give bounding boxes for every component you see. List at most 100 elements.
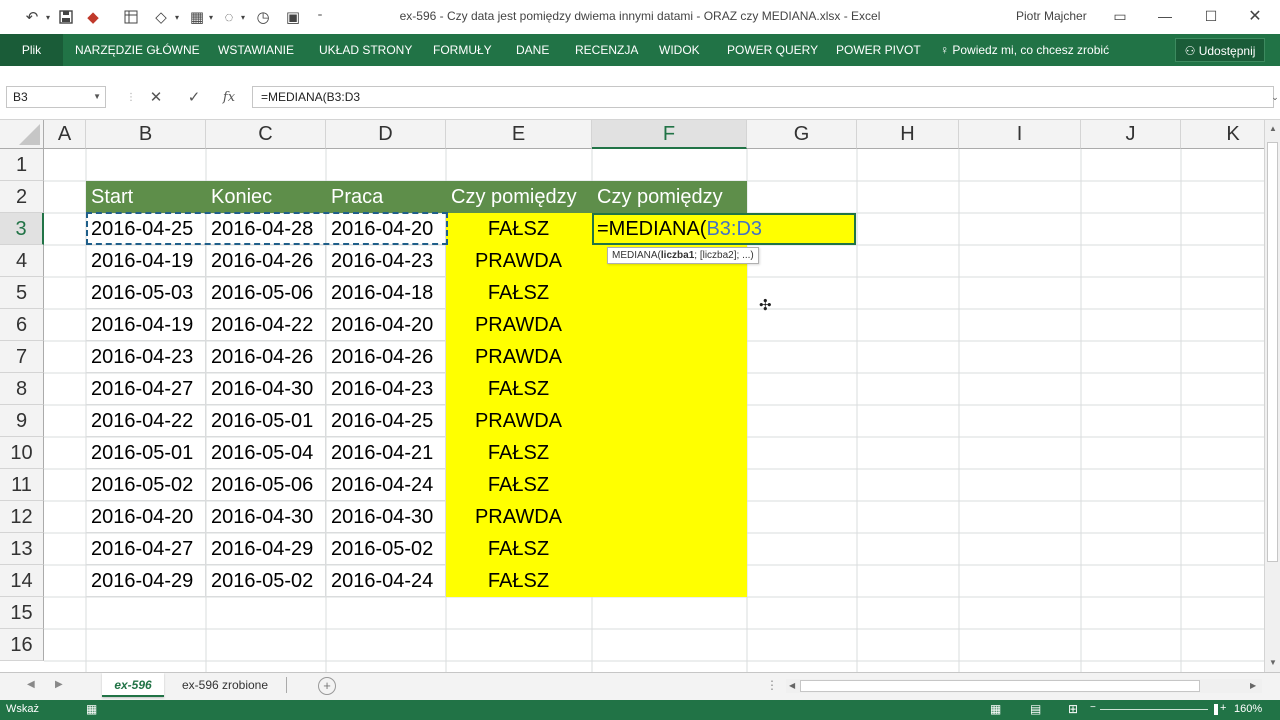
cell-between-empty[interactable] [592, 309, 747, 341]
row-header-1[interactable]: 1 [0, 149, 44, 181]
border-dropdown-icon[interactable]: ▾ [206, 5, 216, 29]
cell-end[interactable]: 2016-05-06 [206, 277, 326, 309]
scroll-down-icon[interactable]: ▼ [1269, 658, 1277, 667]
row-header-12[interactable]: 12 [0, 501, 44, 533]
cell-start[interactable]: 2016-04-19 [86, 245, 206, 277]
row-header-8[interactable]: 8 [0, 373, 44, 405]
tab-data[interactable]: DANE [516, 34, 549, 66]
cell-end[interactable]: 2016-04-22 [206, 309, 326, 341]
active-cell-f3[interactable]: =MEDIANA(B3:D3 [592, 213, 856, 245]
shape-icon[interactable]: ◌ [218, 5, 240, 29]
tab-split-dots-icon[interactable]: ⋮ [766, 678, 778, 692]
cell-result[interactable]: PRAWDA [446, 245, 592, 277]
cell-result[interactable]: PRAWDA [446, 501, 592, 533]
horizontal-scroll-thumb[interactable] [800, 680, 1200, 692]
ribbon-display-icon[interactable]: ▭ [1105, 4, 1135, 28]
zoom-slider[interactable] [1100, 709, 1208, 710]
fill-icon[interactable]: ◇ [150, 5, 172, 29]
header-cell-end[interactable]: Koniec [206, 181, 326, 213]
vertical-scrollbar[interactable]: ▲ ▼ [1264, 120, 1280, 672]
row-header-2[interactable]: 2 [0, 181, 44, 213]
close-icon[interactable]: ✕ [1240, 4, 1270, 28]
column-header-f[interactable]: F [592, 120, 747, 149]
row-header-3[interactable]: 3 [0, 213, 44, 245]
enter-icon[interactable]: ✓ [181, 86, 207, 108]
clock-icon[interactable]: ◷ [252, 5, 274, 29]
insert-function-icon[interactable]: fx [216, 86, 242, 108]
name-box[interactable]: B3 ▼ [6, 86, 106, 108]
next-sheet-icon[interactable]: ▶ [55, 679, 63, 690]
function-tooltip[interactable]: MEDIANA(liczba1; [liczba2]; ...) [607, 247, 759, 264]
tab-insert[interactable]: WSTAWIANIE [218, 34, 294, 66]
tab-file[interactable]: Plik [0, 34, 63, 66]
column-header-a[interactable]: A [44, 120, 86, 149]
cell-result[interactable]: PRAWDA [446, 309, 592, 341]
cell-between-empty[interactable] [592, 405, 747, 437]
cell-start[interactable]: 2016-04-23 [86, 341, 206, 373]
row-header-11[interactable]: 11 [0, 469, 44, 501]
column-header-h[interactable]: H [857, 120, 959, 149]
cell-work[interactable]: 2016-04-20 [326, 309, 446, 341]
cancel-icon[interactable]: ✕ [143, 86, 169, 108]
cell-start[interactable]: 2016-05-01 [86, 437, 206, 469]
column-header-d[interactable]: D [326, 120, 446, 149]
prev-sheet-icon[interactable]: ◀ [27, 679, 35, 690]
cell-start[interactable]: 2016-04-20 [86, 501, 206, 533]
cell-result[interactable]: FAŁSZ [446, 437, 592, 469]
cell-result[interactable]: FAŁSZ [446, 533, 592, 565]
cell-work[interactable]: 2016-04-21 [326, 437, 446, 469]
row-header-10[interactable]: 10 [0, 437, 44, 469]
sheet-tab-ex-596[interactable]: ex-596 [102, 673, 164, 697]
cell-start[interactable]: 2016-04-19 [86, 309, 206, 341]
expand-formula-icon[interactable]: ⌄ [1262, 86, 1280, 108]
cell-work[interactable]: 2016-04-23 [326, 245, 446, 277]
row-header-16[interactable]: 16 [0, 629, 44, 661]
cell-start[interactable]: 2016-04-29 [86, 565, 206, 597]
cell-between-empty[interactable] [592, 565, 747, 597]
row-header-7[interactable]: 7 [0, 341, 44, 373]
row-header-14[interactable]: 14 [0, 565, 44, 597]
row-header-4[interactable]: 4 [0, 245, 44, 277]
page-layout-view-icon[interactable]: ▤ [1030, 702, 1041, 716]
cell-work[interactable]: 2016-04-24 [326, 469, 446, 501]
worksheet-grid[interactable]: A B C D E F G H I J K 1 2 3 4 5 6 7 8 9 10 11 12 13 1… [0, 120, 1264, 672]
column-header-c[interactable]: C [206, 120, 326, 149]
normal-view-icon[interactable]: ▦ [990, 702, 1001, 716]
column-header-k[interactable]: K [1181, 120, 1264, 149]
table-icon[interactable] [120, 5, 142, 29]
cell-start[interactable]: 2016-05-02 [86, 469, 206, 501]
minimize-icon[interactable]: — [1150, 4, 1180, 28]
cell-between-empty[interactable] [592, 533, 747, 565]
column-header-j[interactable]: J [1081, 120, 1181, 149]
tab-power-query[interactable]: POWER QUERY [727, 34, 818, 66]
undo-icon[interactable]: ↶ [20, 5, 44, 29]
cell-start[interactable]: 2016-04-27 [86, 373, 206, 405]
tab-review[interactable]: RECENZJA [575, 34, 638, 66]
cell-end[interactable]: 2016-04-28 [206, 213, 326, 245]
share-button[interactable]: ⚇ Udostępnij [1175, 38, 1265, 62]
zoom-out-icon[interactable]: − [1090, 702, 1096, 713]
column-header-b[interactable]: B [86, 120, 206, 149]
tab-page-layout[interactable]: UKŁAD STRONY [319, 34, 412, 66]
sheet-tab-ex-596-zrobione[interactable]: ex-596 zrobione [170, 673, 280, 697]
column-header-g[interactable]: G [747, 120, 857, 149]
zoom-in-icon[interactable]: + [1220, 702, 1226, 714]
cell-between-empty[interactable] [592, 341, 747, 373]
cell-start[interactable]: 2016-04-27 [86, 533, 206, 565]
cell-work[interactable]: 2016-04-23 [326, 373, 446, 405]
cell-work[interactable]: 2016-04-25 [326, 405, 446, 437]
horizontal-scrollbar[interactable]: ◀ ▶ [786, 679, 1262, 693]
page-break-view-icon[interactable]: ⊞ [1068, 702, 1078, 716]
fill-dropdown-icon[interactable]: ▾ [172, 5, 182, 29]
row-header-15[interactable]: 15 [0, 597, 44, 629]
maximize-icon[interactable]: ☐ [1196, 4, 1226, 28]
header-cell-between-1[interactable]: Czy pomiędzy [446, 181, 592, 213]
column-header-i[interactable]: I [959, 120, 1081, 149]
cell-work[interactable]: 2016-04-20 [326, 213, 446, 245]
border-icon[interactable]: ▦ [186, 5, 208, 29]
cell-result[interactable]: FAŁSZ [446, 469, 592, 501]
cell-work[interactable]: 2016-05-02 [326, 533, 446, 565]
tab-view[interactable]: WIDOK [659, 34, 700, 66]
cell-end[interactable]: 2016-04-30 [206, 373, 326, 405]
vertical-scroll-thumb[interactable] [1267, 142, 1278, 562]
